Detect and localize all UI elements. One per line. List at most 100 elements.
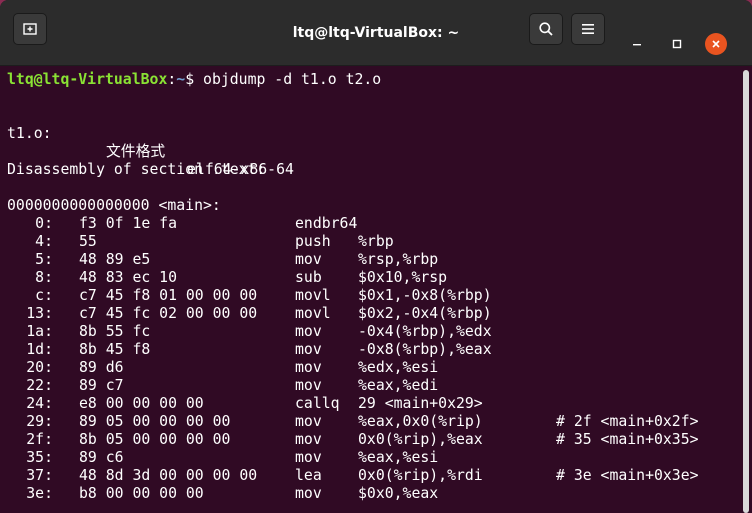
- instruction-mnemonic: mov: [295, 251, 322, 268]
- instruction-mnemonic: mov: [295, 341, 322, 358]
- instruction-bytes: b8 00 00 00 00: [79, 485, 204, 502]
- prompt-line: ltq@ltq-VirtualBox:~$ objdump -d t1.o t2…: [7, 71, 381, 89]
- instruction-row: 4: 55 push %rbp: [7, 233, 737, 251]
- instruction-comment: # 35 <main+0x35>: [556, 431, 699, 448]
- file-format-label: 文件格式: [106, 143, 166, 160]
- instruction-mnemonic: mov: [295, 359, 322, 376]
- instruction-bytes: 89 c6: [79, 449, 124, 466]
- instruction-bytes: 48 83 ec 10: [79, 269, 177, 286]
- prompt-path: ~: [176, 71, 186, 88]
- title-bar[interactable]: ltq@ltq-VirtualBox: ~: [0, 0, 752, 66]
- maximize-icon: [672, 39, 682, 49]
- instruction-mnemonic: mov: [295, 485, 322, 502]
- minimize-icon: [633, 44, 641, 46]
- instruction-row: 37: 48 8d 3d 00 00 00 00 lea 0x0(%rip),%rdi…: [7, 467, 737, 485]
- instruction-mnemonic: mov: [295, 377, 322, 394]
- instruction-address: 2f:: [26, 431, 53, 448]
- instruction-operands: $0x1,-0x8(%rbp): [358, 287, 492, 304]
- instruction-row: 24: e8 00 00 00 00 callq 29 <main+0x29>: [7, 395, 737, 413]
- close-button[interactable]: [705, 33, 727, 55]
- terminal-window: ltq@ltq-VirtualBox: ~ ltq@ltq-VirtualBox…: [0, 0, 752, 513]
- instruction-row: 29: 89 05 00 00 00 00 mov %eax,0x0(%rip) # 2…: [7, 413, 737, 431]
- instruction-row: 13: c7 45 fc 02 00 00 00 movl $0x2,-0x4(%rb…: [7, 305, 737, 323]
- instruction-bytes: c7 45 fc 02 00 00 00: [79, 305, 258, 322]
- instruction-row: 0: f3 0f 1e fa endbr64: [7, 215, 737, 233]
- instruction-row: 1d: 8b 45 f8 mov -0x8(%rbp),%eax: [7, 341, 737, 359]
- terminal-output[interactable]: ltq@ltq-VirtualBox:~$ objdump -d t1.o t2…: [0, 66, 740, 513]
- symbol-header: 0000000000000000 <main>:: [7, 197, 221, 214]
- file-format-line: t1.o: 文件格式 elf64-x86-64: [7, 107, 727, 178]
- instruction-address: c:: [35, 287, 53, 304]
- instruction-operands: 0x0(%rip),%eax: [358, 431, 483, 448]
- instruction-address: 22:: [26, 377, 53, 394]
- instruction-row: 20: 89 d6 mov %edx,%esi: [7, 359, 737, 377]
- instruction-operands: %rbp: [358, 233, 394, 250]
- prompt-user-host: ltq@ltq-VirtualBox: [7, 71, 168, 88]
- search-icon: [539, 22, 553, 36]
- instruction-bytes: c7 45 f8 01 00 00 00: [79, 287, 258, 304]
- scrollbar-thumb[interactable]: [743, 70, 749, 513]
- prompt-symbol: $: [185, 71, 204, 88]
- instruction-address: 3e:: [26, 485, 53, 502]
- instruction-address: 1d:: [26, 341, 53, 358]
- instruction-operands: -0x4(%rbp),%edx: [358, 323, 492, 340]
- instruction-bytes: 89 c7: [79, 377, 124, 394]
- instruction-mnemonic: mov: [295, 449, 322, 466]
- instruction-address: 35:: [26, 449, 53, 466]
- instruction-bytes: e8 00 00 00 00: [79, 395, 204, 412]
- instruction-operands: -0x8(%rbp),%eax: [358, 341, 492, 358]
- prompt-separator: :: [167, 71, 177, 88]
- maximize-button[interactable]: [666, 33, 688, 55]
- instruction-bytes: 89 d6: [79, 359, 124, 376]
- instruction-mnemonic: movl: [295, 287, 331, 304]
- search-button[interactable]: [529, 13, 563, 45]
- section-header: Disassembly of section .text:: [7, 161, 266, 178]
- instruction-row: 5: 48 89 e5 mov %rsp,%rbp: [7, 251, 737, 269]
- instruction-address: 20:: [26, 359, 53, 376]
- scrollbar[interactable]: [740, 66, 752, 513]
- instruction-address: 13:: [26, 305, 53, 322]
- instruction-mnemonic: mov: [295, 431, 322, 448]
- instruction-operands: 0x0(%rip),%rdi: [358, 467, 483, 484]
- instruction-mnemonic: callq: [295, 395, 340, 412]
- instruction-bytes: 8b 45 f8: [79, 341, 151, 358]
- instruction-row: 8: 48 83 ec 10 sub $0x10,%rsp: [7, 269, 737, 287]
- hamburger-menu-icon: [582, 24, 594, 34]
- instruction-operands: $0x0,%eax: [358, 485, 439, 502]
- instruction-bytes: 48 89 e5: [79, 251, 151, 268]
- instruction-address: 29:: [26, 413, 53, 430]
- minimize-button[interactable]: [626, 33, 648, 55]
- menu-button[interactable]: [571, 13, 605, 45]
- instruction-address: 4:: [35, 233, 53, 250]
- instruction-mnemonic: mov: [295, 323, 322, 340]
- instruction-mnemonic: sub: [295, 269, 322, 286]
- instruction-operands: %rsp,%rbp: [358, 251, 439, 268]
- instruction-bytes: 8b 05 00 00 00 00: [79, 431, 231, 448]
- close-icon: [712, 40, 720, 48]
- prompt-command: objdump -d t1.o t2.o: [203, 71, 382, 88]
- instruction-row: 22: 89 c7 mov %eax,%edi: [7, 377, 737, 395]
- instruction-mnemonic: movl: [295, 305, 331, 322]
- instruction-bytes: 55: [79, 233, 97, 250]
- instruction-row: 3e: b8 00 00 00 00 mov $0x0,%eax: [7, 485, 737, 503]
- instruction-comment: # 2f <main+0x2f>: [556, 413, 699, 430]
- instruction-mnemonic: lea: [295, 467, 322, 484]
- instruction-comment: # 3e <main+0x3e>: [556, 467, 699, 484]
- instruction-address: 8:: [35, 269, 53, 286]
- instruction-operands: %eax,0x0(%rip): [358, 413, 483, 430]
- instruction-operands: %edx,%esi: [358, 359, 439, 376]
- instruction-bytes: 8b 55 fc: [79, 323, 151, 340]
- file-name: t1.o:: [7, 125, 52, 142]
- instruction-bytes: 89 05 00 00 00 00: [79, 413, 231, 430]
- instruction-operands: 29 <main+0x29>: [358, 395, 483, 412]
- instruction-row: 1a: 8b 55 fc mov -0x4(%rbp),%edx: [7, 323, 737, 341]
- instruction-row: 35: 89 c6 mov %eax,%esi: [7, 449, 737, 467]
- instruction-bytes: 48 8d 3d 00 00 00 00: [79, 467, 258, 484]
- instruction-bytes: f3 0f 1e fa: [79, 215, 177, 232]
- instruction-address: 24:: [26, 395, 53, 412]
- instruction-mnemonic: mov: [295, 413, 322, 430]
- instruction-operands: $0x10,%rsp: [358, 269, 448, 286]
- instruction-mnemonic: push: [295, 233, 331, 250]
- instruction-operands: %eax,%edi: [358, 377, 439, 394]
- instruction-address: 5:: [35, 251, 53, 268]
